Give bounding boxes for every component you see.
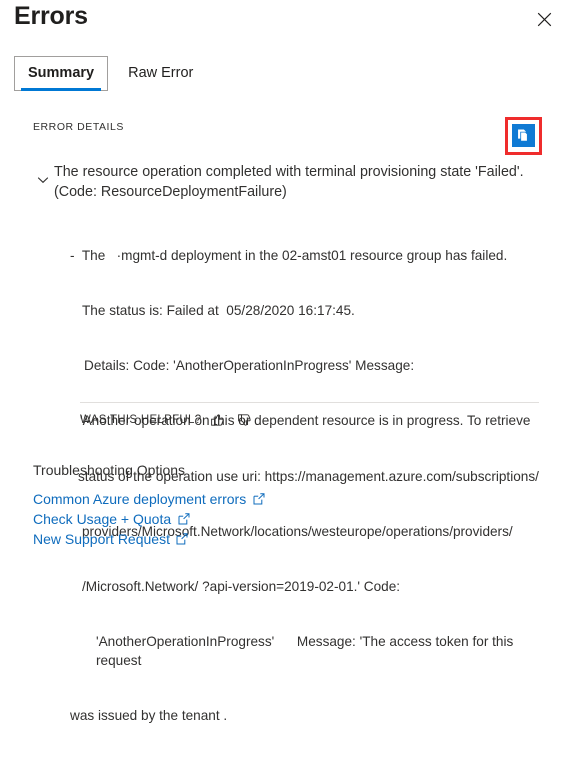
tab-strip: Summary Raw Error	[14, 56, 207, 91]
thumbs-down-button[interactable]	[235, 410, 255, 430]
error-detail-line: 'AnotherOperationInProgress' Message: 'T…	[96, 634, 518, 668]
close-icon	[537, 12, 552, 27]
link-new-support-request[interactable]: New Support Request	[33, 531, 189, 547]
tab-active-underline	[21, 88, 102, 91]
link-check-usage-quota[interactable]: Check Usage + Quota	[33, 511, 190, 527]
tab-summary[interactable]: Summary	[14, 56, 109, 91]
link-label: Check Usage + Quota	[33, 511, 172, 527]
chevron-down-icon	[36, 173, 50, 190]
troubleshooting-section: Troubleshooting Options Common Azure dep…	[33, 462, 265, 551]
feedback-divider	[80, 402, 539, 403]
link-label: New Support Request	[33, 531, 170, 547]
feedback-label: WAS THIS HELPFUL?	[80, 414, 202, 426]
tab-raw-error-label: Raw Error	[128, 65, 194, 81]
thumbs-down-icon	[237, 412, 253, 428]
link-common-azure-deployment-errors[interactable]: Common Azure deployment errors	[33, 491, 265, 507]
error-details-label: ERROR DETAILS	[33, 121, 124, 133]
page-title: Errors	[14, 2, 88, 30]
tab-raw-error[interactable]: Raw Error	[114, 56, 207, 91]
external-link-icon	[177, 513, 190, 526]
tab-summary-label: Summary	[28, 65, 95, 81]
panel-header: Errors	[0, 0, 572, 46]
thumbs-up-icon	[210, 412, 226, 428]
copy-button-highlight	[505, 117, 542, 155]
thumbs-up-button[interactable]	[208, 410, 228, 430]
copy-error-button[interactable]	[512, 124, 535, 147]
error-detail-line: The status is: Failed at 05/28/2020 16:1…	[82, 303, 355, 319]
external-link-icon	[252, 493, 265, 506]
error-summary-text: The resource operation completed with te…	[54, 164, 524, 200]
feedback-row: WAS THIS HELPFUL?	[80, 410, 255, 430]
error-detail-line: was issued by the tenant .	[70, 707, 228, 723]
copy-icon	[516, 128, 531, 143]
error-detail-line: - The ·mgmt-d deployment in the 02-amst0…	[70, 247, 508, 263]
close-button[interactable]	[530, 5, 558, 33]
chevron-down-icon-toggle[interactable]	[34, 172, 52, 190]
link-label: Common Azure deployment errors	[33, 491, 247, 507]
error-detail-line: /Microsoft.Network/ ?api-version=2019-02…	[82, 579, 401, 595]
external-link-icon	[176, 533, 189, 546]
troubleshooting-title: Troubleshooting Options	[33, 462, 186, 478]
error-detail-line: Details: Code: 'AnotherOperationInProgre…	[84, 358, 415, 374]
